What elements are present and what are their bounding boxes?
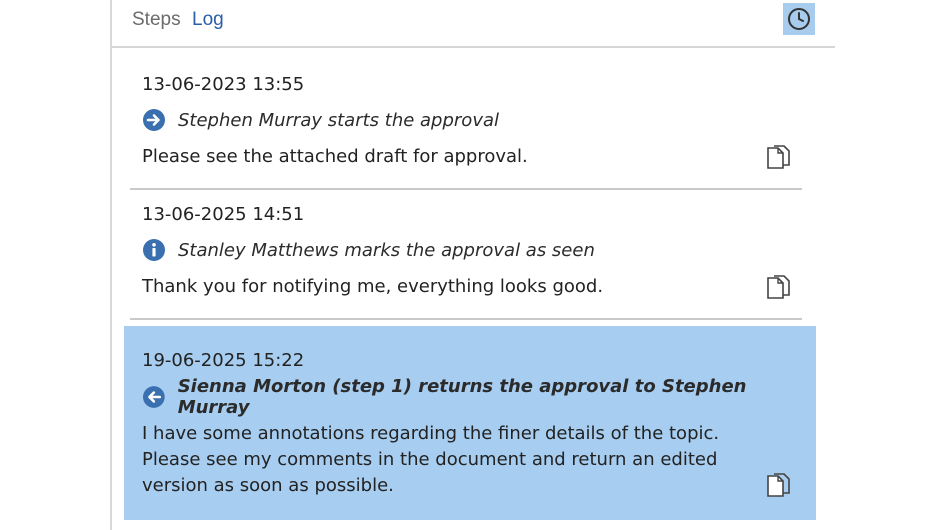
arrow-left-circle-icon (142, 386, 165, 408)
log-entry[interactable]: 13-06-2025 14:51 Stanley Matthews marks … (130, 194, 802, 316)
copy-icon (767, 275, 790, 299)
log-entry-selected[interactable]: 19-06-2025 15:22 Sienna Morton (step 1) … (124, 326, 816, 520)
tab-bar: Steps Log (112, 0, 835, 48)
entry-action: Stanley Matthews marks the approval as s… (142, 238, 595, 262)
entry-action-text: Stanley Matthews marks the approval as s… (178, 239, 595, 261)
clock-icon (788, 8, 810, 30)
log-panel: Steps Log 13-06-2023 13:55 Stephen Murra… (110, 0, 835, 530)
entry-timestamp: 13-06-2025 14:51 (142, 204, 305, 225)
copy-button[interactable] (766, 144, 792, 172)
copy-icon (767, 473, 790, 497)
entry-comment: I have some annotations regarding the fi… (142, 423, 720, 496)
entry-divider (130, 318, 802, 320)
copy-icon (767, 145, 790, 169)
entry-action-text: Stephen Murray starts the approval (178, 109, 500, 131)
tab-steps[interactable]: Steps (132, 9, 181, 31)
entry-timestamp: 13-06-2023 13:55 (142, 74, 305, 95)
entry-divider (130, 188, 802, 190)
entry-action-text: Sienna Morton (step 1) returns the appro… (177, 376, 747, 418)
entry-comment: Thank you for notifying me, everything l… (142, 276, 604, 297)
arrow-right-circle-icon (143, 109, 165, 131)
history-button[interactable] (783, 3, 815, 35)
entry-action: Sienna Morton (step 1) returns the appro… (142, 376, 816, 418)
copy-button[interactable] (766, 274, 792, 302)
entry-comment: Please see the attached draft for approv… (142, 146, 528, 167)
entry-action: Stephen Murray starts the approval (142, 108, 499, 132)
copy-button[interactable] (766, 472, 792, 500)
log-entry[interactable]: 13-06-2023 13:55 Stephen Murray starts t… (130, 64, 802, 186)
info-circle-icon (143, 239, 165, 261)
entry-timestamp: 19-06-2025 15:22 (142, 350, 305, 371)
tab-log[interactable]: Log (192, 9, 224, 31)
